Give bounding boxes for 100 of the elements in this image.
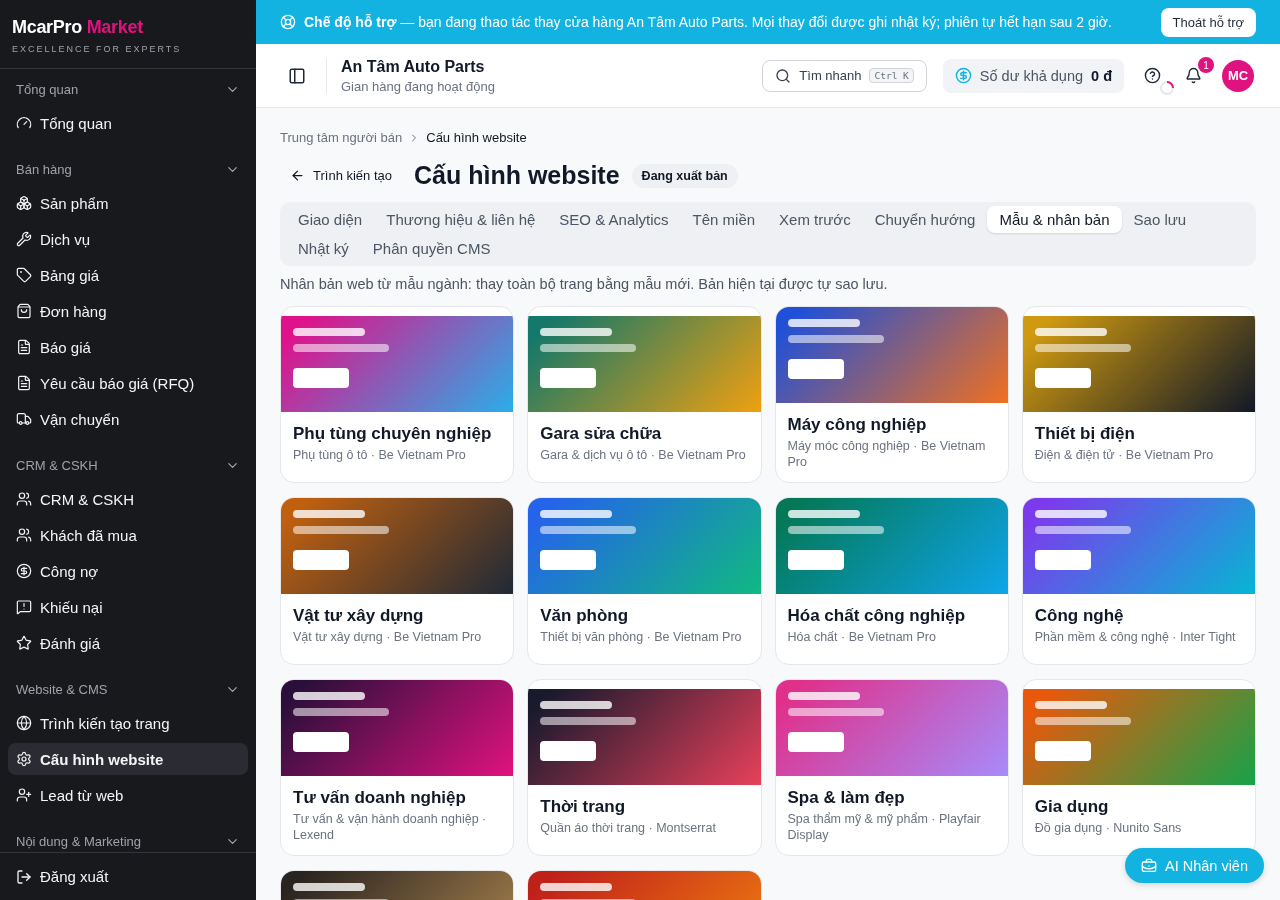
sidebar-item[interactable]: Vận chuyển bbox=[8, 403, 248, 435]
brand-tagline: EXCELLENCE FOR EXPERTS bbox=[12, 44, 183, 54]
page-title: Cấu hình website bbox=[414, 161, 620, 190]
boxes-icon bbox=[16, 195, 32, 211]
nav-group-title: Bán hàng bbox=[16, 161, 72, 177]
logout-link[interactable]: Đăng xuất bbox=[0, 852, 256, 900]
store-status: Gian hàng đang hoạt động bbox=[341, 78, 496, 94]
template-name: Gara sửa chữa bbox=[540, 424, 663, 444]
template-meta: Thiết bị văn phòng · Be Vietnam Pro bbox=[540, 629, 743, 645]
dollar-icon bbox=[16, 563, 32, 579]
tab[interactable]: Thương hiệu & liên hệ bbox=[374, 206, 548, 233]
user-plus-icon bbox=[16, 787, 32, 803]
back-button[interactable]: Trình kiến tạo bbox=[280, 162, 402, 189]
globe-icon bbox=[16, 715, 32, 731]
template-name: Spa & làm đẹp bbox=[787, 788, 906, 808]
sidebar-item[interactable]: Sản phẩm bbox=[8, 187, 248, 219]
users-icon bbox=[16, 527, 32, 543]
sidebar-item[interactable]: Công nợ bbox=[8, 555, 248, 587]
template-name: Tư vấn doanh nghiệp bbox=[293, 788, 467, 808]
tab[interactable]: SEO & Analytics bbox=[547, 206, 681, 233]
template-meta: Hóa chất · Be Vietnam Pro bbox=[787, 629, 937, 645]
balance-display: Số dư khả dụng 0 đ bbox=[942, 58, 1124, 93]
tab[interactable]: Phân quyền CMS bbox=[360, 235, 503, 262]
sidebar-item[interactable]: Lead từ web bbox=[8, 779, 248, 811]
template-meta: Tư vấn & vận hành doanh nghiệp · Lexend bbox=[293, 811, 488, 843]
banner-text: Chế độ hỗ trợ — bạn đang thao tác thay cửa hàng An Tâm Auto Parts. Mọi thay đổi được ghi nhật ký; phiên tự hết hạn sau 2 giờ. bbox=[304, 14, 1113, 30]
exit-support-button[interactable]: Thoát hỗ trợ bbox=[1160, 7, 1256, 37]
wrench-icon bbox=[16, 231, 32, 247]
sidebar-item[interactable]: Bảng giá bbox=[8, 259, 248, 291]
sidebar-item[interactable]: Đơn hàng bbox=[8, 295, 248, 327]
template-name: Phụ tùng chuyên nghiệp bbox=[293, 424, 493, 444]
template-card[interactable]: Gara sửa chữa Gara & dịch vụ ô tô · Be Vietnam Pro bbox=[527, 306, 762, 483]
template-card[interactable]: Gia dụng Đồ gia dụng · Nunito Sans bbox=[1021, 679, 1256, 856]
template-meta: Spa thẩm mỹ & mỹ phẩm · Playfair Display bbox=[787, 811, 982, 843]
lifebuoy-icon bbox=[280, 14, 296, 30]
template-card[interactable]: Phụ tùng chuyên nghiệp Phụ tùng ô tô · Be Vietnam Pro bbox=[280, 306, 515, 483]
template-meta: Phụ tùng ô tô · Be Vietnam Pro bbox=[293, 447, 467, 463]
user-avatar[interactable]: MC bbox=[1222, 59, 1254, 92]
template-name: Máy công nghiệp bbox=[787, 415, 928, 435]
template-card[interactable]: Máy công nghiệp Máy móc công nghiệp · Be Vietnam Pro bbox=[774, 306, 1009, 483]
settings-icon bbox=[16, 751, 32, 767]
template-card[interactable]: Vật tư xây dựng Vật tư xây dựng · Be Vietnam Pro bbox=[280, 497, 515, 665]
tab[interactable]: Chuyển hướng bbox=[862, 206, 988, 233]
tag-icon bbox=[16, 267, 32, 283]
template-card[interactable]: Spa & làm đẹp Spa thẩm mỹ & mỹ phẩm · Playfair Display bbox=[774, 679, 1009, 856]
breadcrumb-current: Cấu hình website bbox=[426, 130, 527, 145]
breadcrumb-link[interactable]: Trung tâm người bán bbox=[280, 130, 403, 145]
alert-message-icon bbox=[16, 599, 32, 615]
template-meta: Đồ gia dụng · Nunito Sans bbox=[1034, 820, 1183, 836]
template-meta: Điện & điện tử · Be Vietnam Pro bbox=[1034, 447, 1215, 463]
template-card[interactable]: Thiết bị điện Điện & điện tử · Be Vietnam Pro bbox=[1021, 306, 1256, 483]
template-card[interactable]: Tư vấn doanh nghiệp Tư vấn & vận hành doanh nghiệp · Lexend bbox=[280, 679, 515, 856]
truck-icon bbox=[16, 411, 32, 427]
status-badge: Đang xuất bản bbox=[631, 163, 738, 188]
description: Nhân bản web từ mẫu ngành: thay toàn bộ trang bằng mẫu mới. Bản hiện tại được tự sao lưu. bbox=[280, 276, 889, 292]
template-name: Vật tư xây dựng bbox=[293, 606, 425, 626]
document-icon bbox=[16, 339, 32, 355]
tab[interactable]: Giao diện bbox=[286, 206, 375, 233]
template-name: Công nghệ bbox=[1034, 606, 1125, 626]
template-card[interactable]: Văn phòng Thiết bị văn phòng · Be Vietnam Pro bbox=[527, 497, 762, 665]
tab[interactable]: Mẫu & nhân bản bbox=[987, 206, 1122, 233]
sidebar-item[interactable]: Tổng quan bbox=[8, 107, 248, 139]
template-name: Văn phòng bbox=[540, 606, 630, 626]
tab[interactable]: Sao lưu bbox=[1121, 206, 1199, 233]
notification-count: 1 bbox=[1198, 57, 1214, 73]
tab[interactable]: Nhật ký bbox=[286, 235, 361, 262]
gauge-icon bbox=[16, 115, 32, 131]
panel-icon bbox=[288, 66, 306, 85]
bell-icon bbox=[1185, 67, 1202, 84]
users-icon bbox=[16, 491, 32, 507]
document-icon bbox=[16, 375, 32, 391]
sidebar-item[interactable]: Báo giá bbox=[8, 331, 248, 363]
template-card[interactable]: Công nghệ Phần mềm & công nghệ · Inter Tight bbox=[1021, 497, 1256, 665]
sidebar-item[interactable]: Trình kiến tạo trang bbox=[8, 707, 248, 739]
tab[interactable]: Tên miền bbox=[680, 206, 768, 233]
nav-group-title: CRM & CSKH bbox=[16, 457, 98, 473]
template-meta: Phần mềm & công nghệ · Inter Tight bbox=[1034, 629, 1237, 645]
template-card[interactable]: Thời trang Quần áo thời trang · Montserrat bbox=[527, 679, 762, 856]
briefcase-icon bbox=[1140, 857, 1157, 874]
tab[interactable]: Xem trước bbox=[767, 206, 863, 233]
template-meta: Vật tư xây dựng · Be Vietnam Pro bbox=[293, 629, 483, 645]
star-icon bbox=[16, 635, 32, 651]
sidebar-item[interactable]: Khách đã mua bbox=[8, 519, 248, 551]
nav-group-title: Website & CMS bbox=[16, 681, 108, 697]
brand-logo: McarPro Market bbox=[12, 17, 144, 38]
template-meta: Quần áo thời trang · Montserrat bbox=[540, 820, 717, 836]
template-name: Thời trang bbox=[540, 797, 627, 817]
template-name: Hóa chất công nghiệp bbox=[787, 606, 967, 626]
sidebar-item[interactable]: Khiếu nại bbox=[8, 591, 248, 623]
quick-search-button[interactable]: Tìm nhanh Ctrl K bbox=[762, 59, 927, 92]
template-meta: Máy móc công nghiệp · Be Vietnam Pro bbox=[787, 438, 987, 470]
sidebar-item[interactable]: CRM & CSKH bbox=[8, 483, 248, 515]
template-meta: Gara & dịch vụ ô tô · Be Vietnam Pro bbox=[540, 447, 747, 463]
dollar-icon bbox=[954, 67, 972, 84]
sidebar-item[interactable]: Cấu hình website bbox=[8, 743, 248, 775]
template-card[interactable]: Hóa chất công nghiệp Hóa chất · Be Vietnam Pro bbox=[774, 497, 1009, 665]
sidebar-item[interactable]: Dịch vụ bbox=[8, 223, 248, 255]
sidebar-item[interactable]: Đánh giá bbox=[8, 627, 248, 659]
sidebar-item[interactable]: Yêu cầu báo giá (RFQ) bbox=[8, 367, 248, 399]
template-name: Gia dụng bbox=[1034, 797, 1110, 817]
